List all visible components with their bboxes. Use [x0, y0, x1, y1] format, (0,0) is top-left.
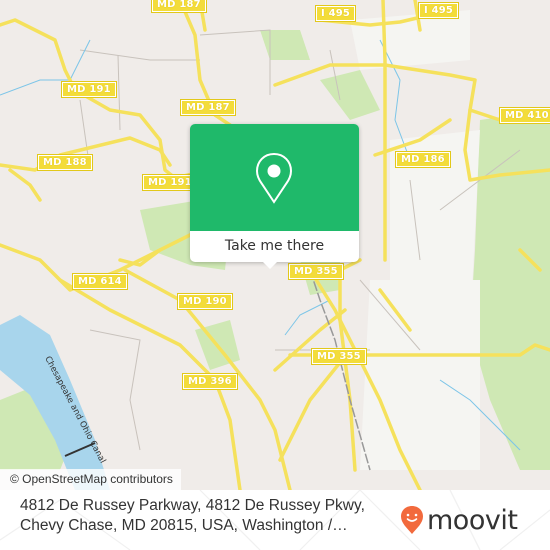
address-line-2: Chevy Chase, MD 20815, USA, Washington /…: [20, 517, 348, 534]
moovit-logo[interactable]: moovit: [400, 502, 518, 538]
take-me-there-button[interactable]: Take me there: [190, 231, 359, 262]
map-pin-icon: [255, 152, 293, 204]
address-text: 4812 De Russey Parkway, 4812 De Russey P…: [20, 496, 380, 536]
road-label-i495: I 495: [314, 5, 357, 22]
address-line-1: 4812 De Russey Parkway, 4812 De Russey P…: [20, 497, 365, 514]
road-label-md191: MD 191: [142, 174, 198, 191]
road-label-md187: MD 187: [151, 0, 207, 13]
destination-popup: Take me there: [190, 124, 359, 269]
road-label-md190: MD 190: [177, 293, 233, 310]
road-label-md410: MD 410: [499, 107, 550, 124]
map-view[interactable]: Chesapeake and Ohio Canal MD 187 I 495 I…: [0, 0, 550, 490]
road-label-md355: MD 355: [288, 263, 344, 280]
moovit-pin-icon: [401, 506, 423, 534]
road-label-md188: MD 188: [37, 154, 93, 171]
residential-light: [350, 10, 480, 470]
road-label-md186: MD 186: [395, 151, 451, 168]
popup-header: [190, 124, 359, 231]
road-label-md614: MD 614: [72, 273, 128, 290]
footer: 4812 De Russey Parkway, 4812 De Russey P…: [0, 490, 550, 550]
road-label-md191: MD 191: [61, 81, 117, 98]
road-label-md355: MD 355: [311, 348, 367, 365]
road-label-i495: I 495: [417, 2, 460, 19]
map-attribution[interactable]: © OpenStreetMap contributors: [0, 469, 181, 490]
road-label-md187: MD 187: [180, 99, 236, 116]
road-label-md396: MD 396: [182, 373, 238, 390]
popup-pointer: [262, 261, 278, 269]
brand-name: moovit: [427, 504, 518, 536]
